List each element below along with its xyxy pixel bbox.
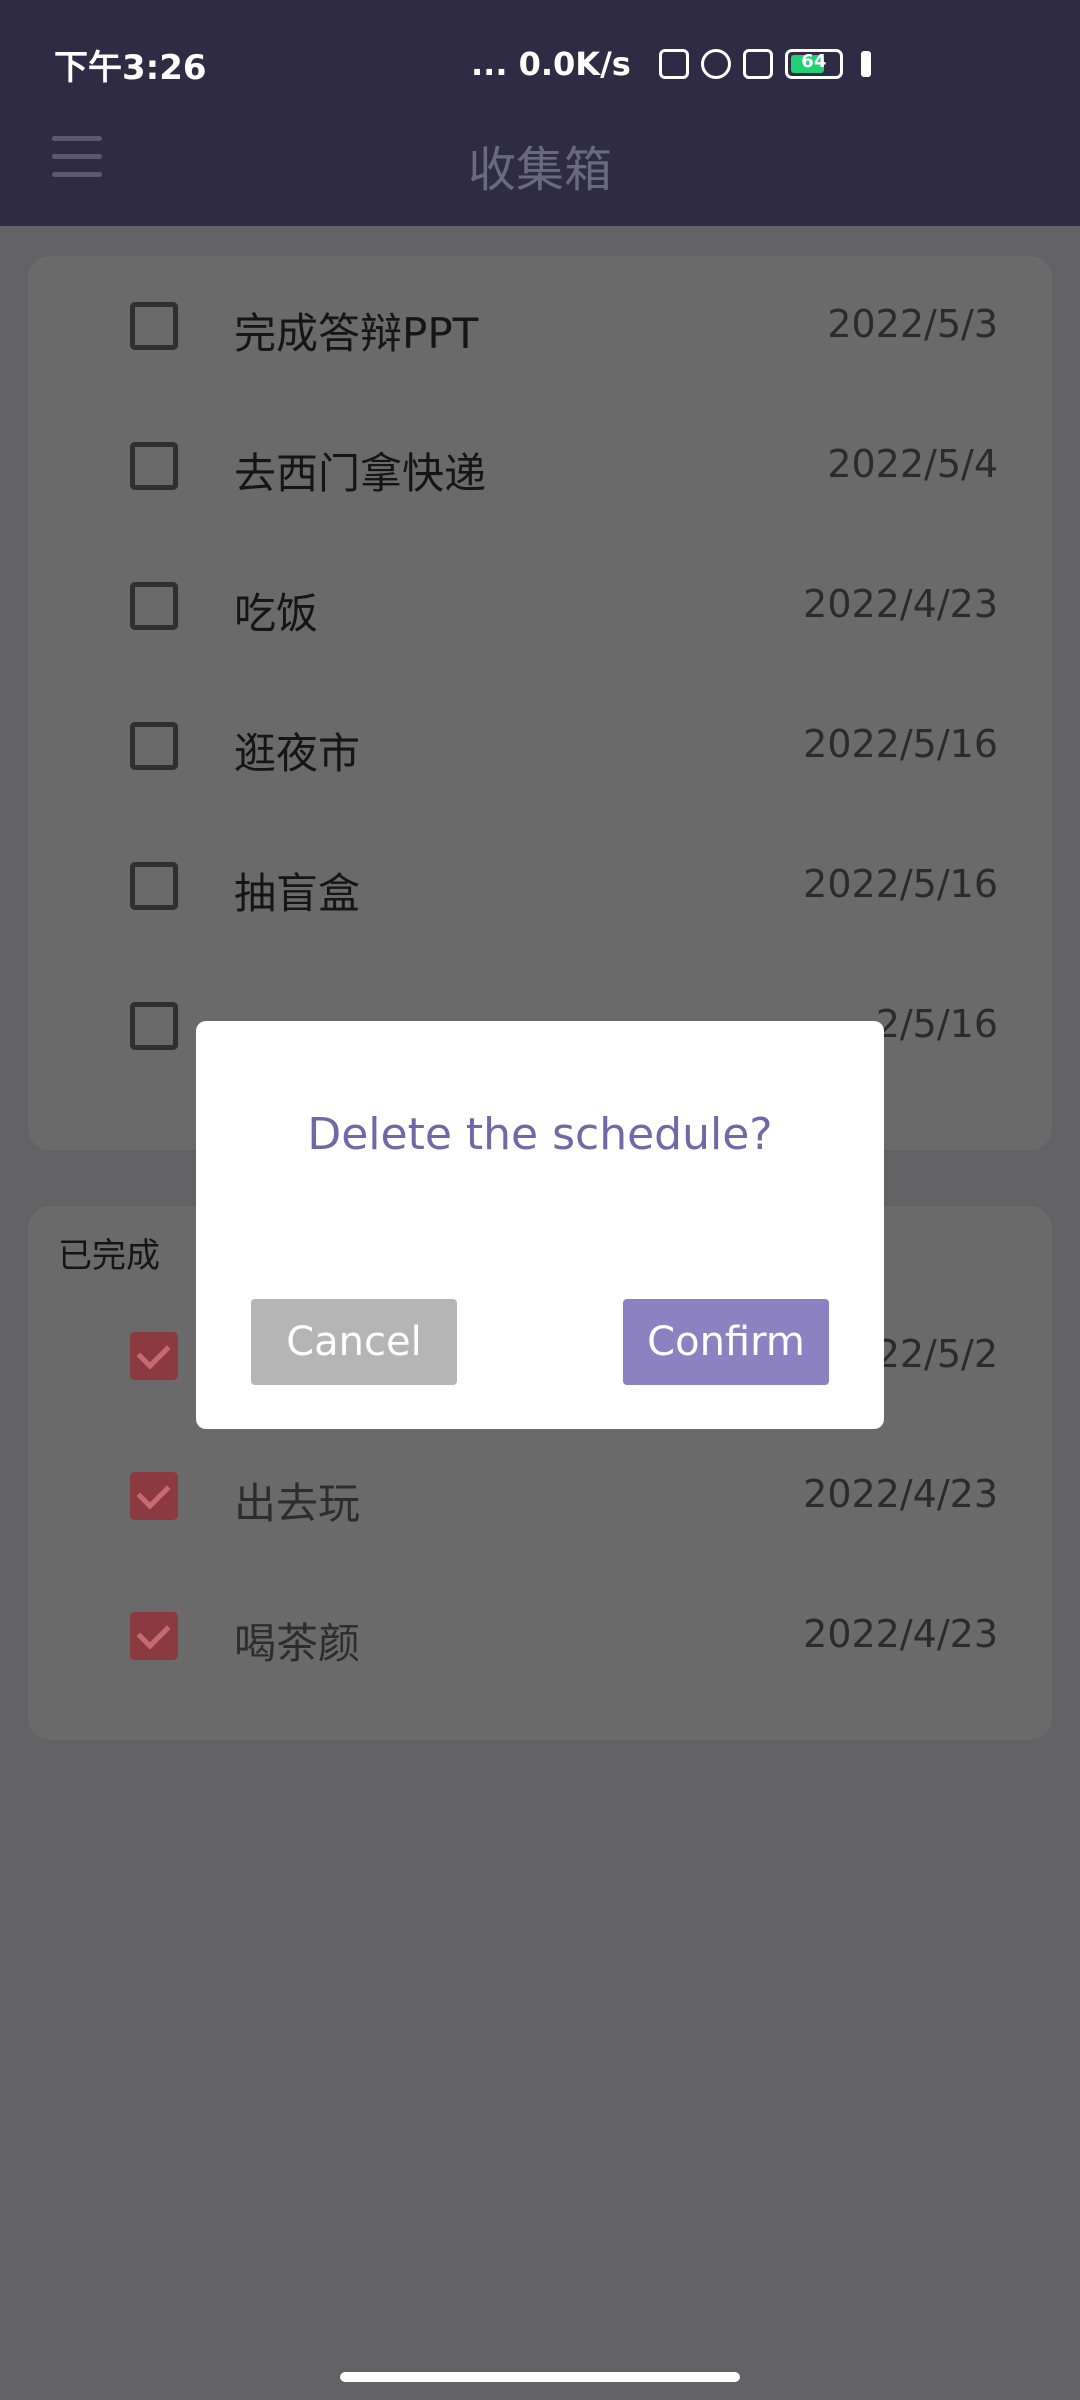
task-date: 2022/4/23: [803, 1612, 998, 1656]
task-date: 2022/5/16: [803, 722, 998, 766]
network-speed: ... 0.0K/s: [471, 45, 631, 83]
hotspot-icon: [700, 49, 731, 79]
task-title: 完成答辩PPT: [234, 309, 479, 358]
task-date: 2022/4/23: [803, 1472, 998, 1516]
status-time: 下午3:26: [54, 48, 207, 88]
battery-icon: 64: [784, 49, 843, 79]
no-sim-icon: [658, 49, 689, 79]
section-label-completed: 已完成: [58, 1236, 160, 1276]
battery-level: 64: [801, 51, 827, 72]
wifi-icon: [742, 49, 773, 79]
task-checkbox[interactable]: [130, 582, 178, 630]
status-icons: ... 0.0K/s 64: [471, 44, 871, 84]
task-checkbox[interactable]: [130, 442, 178, 490]
task-checkbox[interactable]: [130, 302, 178, 350]
task-title: 出去玩: [234, 1479, 361, 1528]
task-title: 吃饭: [234, 589, 319, 638]
list-item[interactable]: 抽盲盒 2022/5/16: [28, 816, 1052, 956]
task-title: 逛夜市: [234, 729, 361, 778]
task-checkbox-checked[interactable]: [130, 1472, 178, 1520]
task-checkbox-checked[interactable]: [130, 1332, 178, 1380]
page-title: 收集箱: [467, 142, 612, 198]
task-date: 2022/5/16: [803, 862, 998, 906]
list-item[interactable]: 去西门拿快递 2022/5/4: [28, 396, 1052, 536]
delete-confirm-dialog: Delete the schedule? Cancel Confirm: [196, 1021, 884, 1429]
task-date: 2/5/16: [875, 1002, 998, 1046]
task-checkbox[interactable]: [130, 862, 178, 910]
app-bar: 收集箱: [0, 100, 1080, 226]
charging-plug-icon: [860, 51, 871, 77]
task-date: 2022/5/4: [827, 442, 998, 486]
list-item[interactable]: 吃饭 2022/4/23: [28, 536, 1052, 676]
task-date: 22/5/2: [875, 1332, 998, 1376]
dialog-title: Delete the schedule?: [307, 1109, 773, 1160]
list-item[interactable]: 逛夜市 2022/5/16: [28, 676, 1052, 816]
task-title: 去西门拿快递: [234, 449, 487, 498]
todo-list-card: 完成答辩PPT 2022/5/3 去西门拿快递 2022/5/4 吃饭 2022…: [28, 256, 1052, 1150]
task-title: 抽盲盒: [234, 869, 361, 918]
task-date: 2022/5/3: [827, 302, 998, 346]
task-checkbox[interactable]: [130, 722, 178, 770]
task-title: 喝茶颜: [234, 1619, 361, 1668]
task-date: 2022/4/23: [803, 582, 998, 626]
cancel-button[interactable]: Cancel: [251, 1299, 457, 1385]
task-checkbox-checked[interactable]: [130, 1612, 178, 1660]
list-item[interactable]: 完成答辩PPT 2022/5/3: [28, 256, 1052, 396]
home-indicator[interactable]: [340, 2372, 740, 2382]
confirm-button[interactable]: Confirm: [623, 1299, 829, 1385]
list-item[interactable]: 出去玩 2022/4/23: [28, 1426, 1052, 1566]
list-item[interactable]: 喝茶颜 2022/4/23: [28, 1566, 1052, 1706]
task-checkbox[interactable]: [130, 1002, 178, 1050]
